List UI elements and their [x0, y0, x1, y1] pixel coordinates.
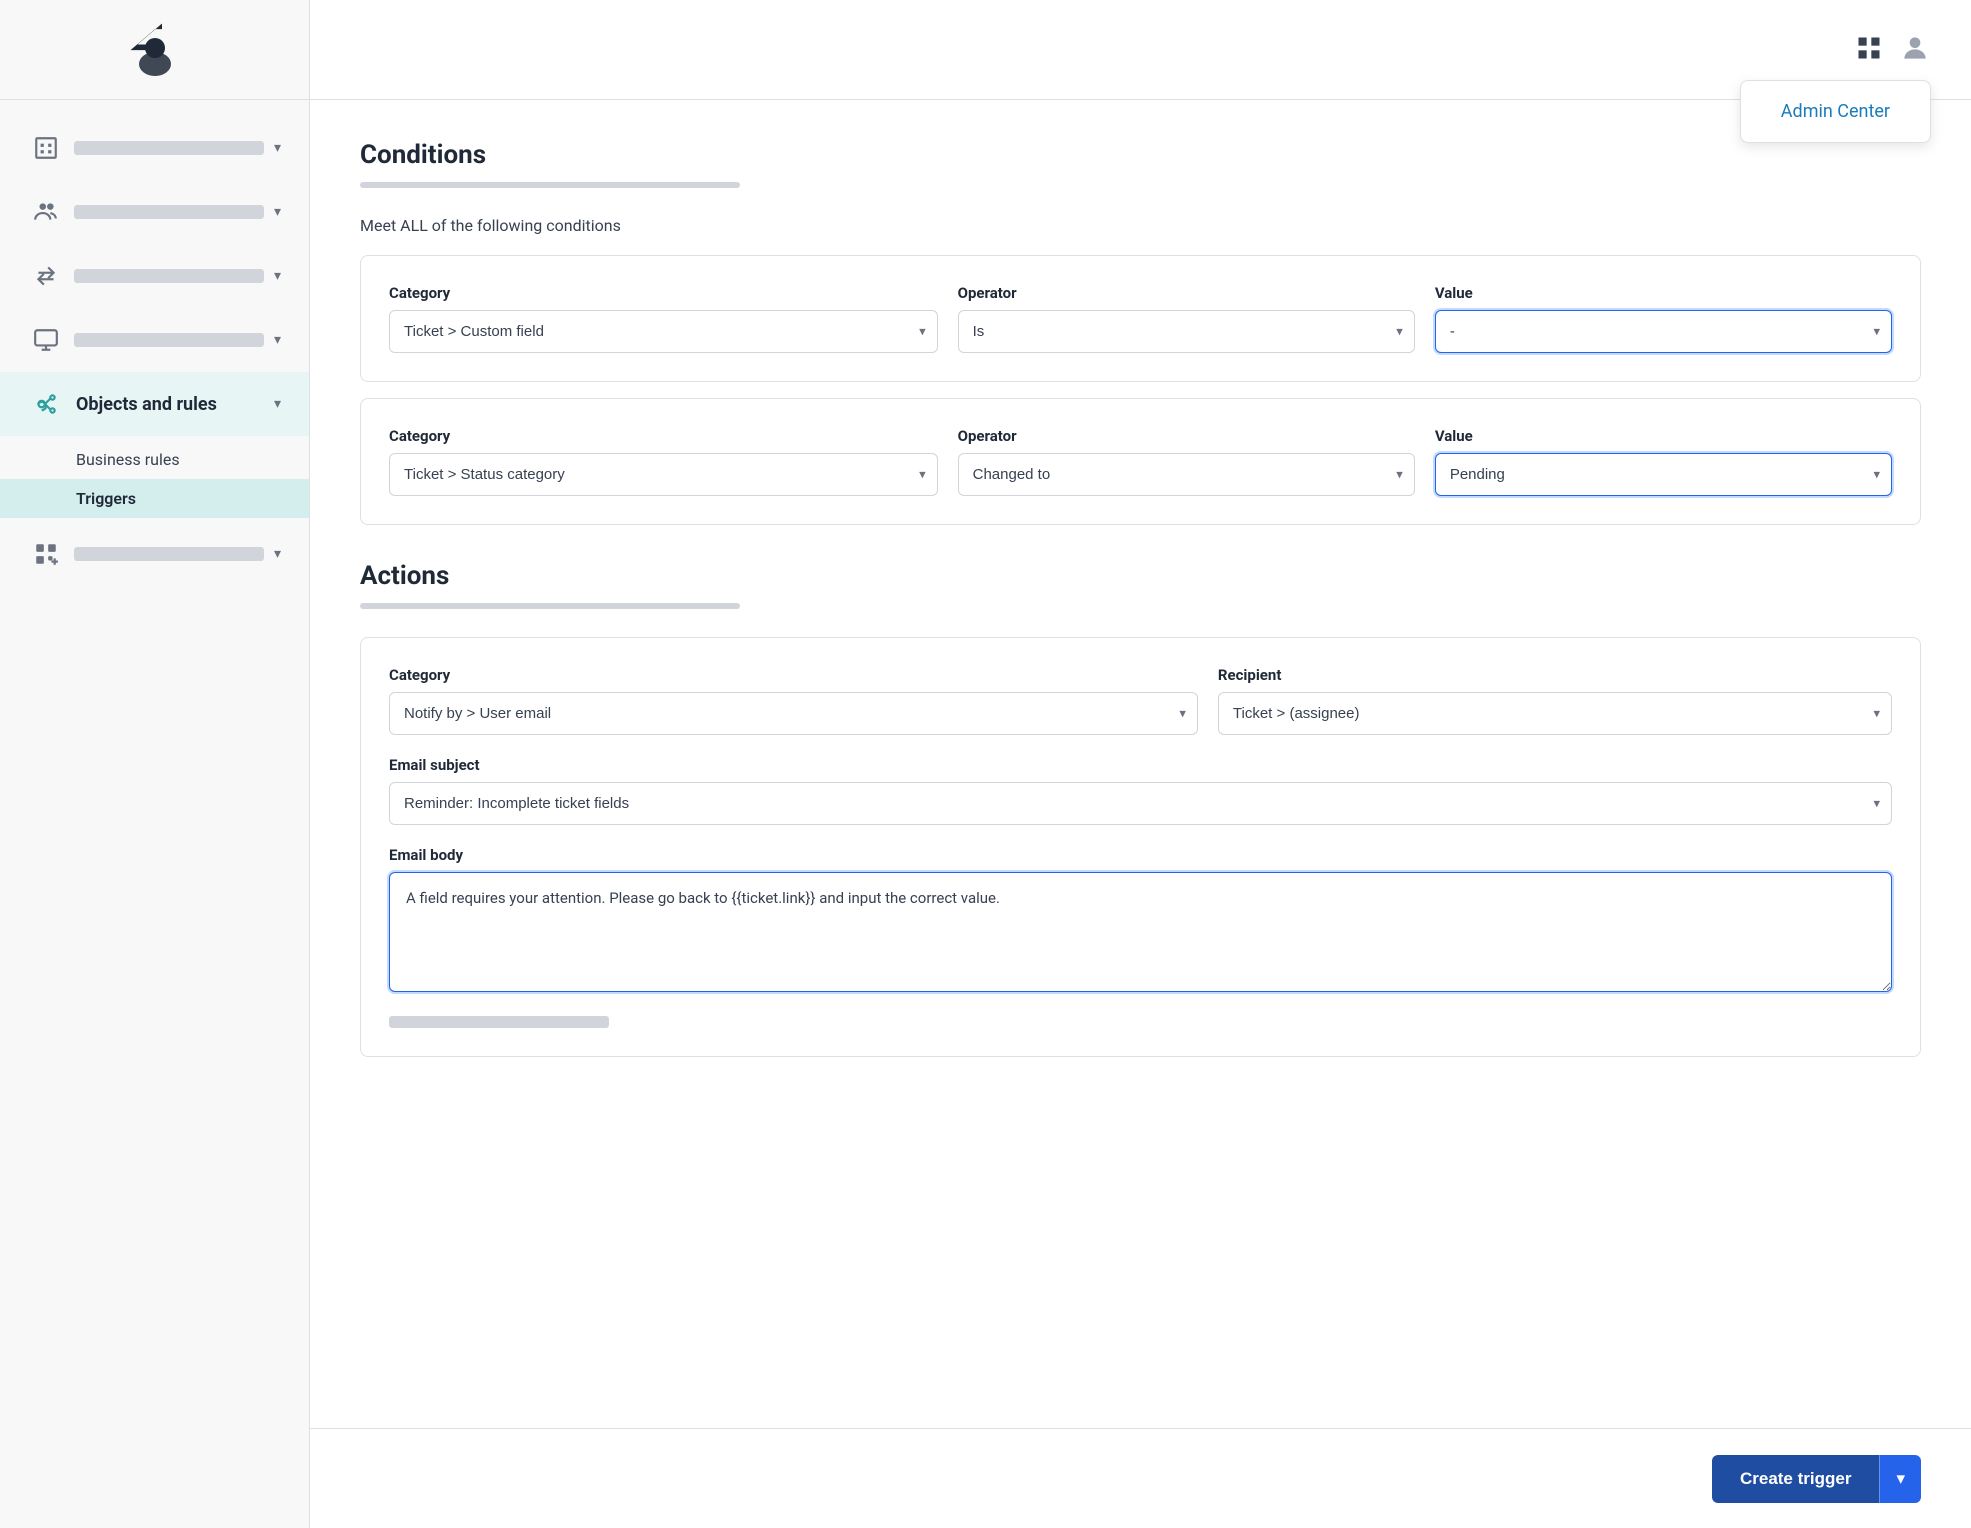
chevron-down-icon-5: ▾ [274, 396, 281, 412]
create-trigger-button[interactable]: Create trigger [1712, 1455, 1879, 1503]
condition-2-category-group: Category Ticket > Status category ▾ [389, 427, 938, 496]
email-subject-wrapper: Reminder: Incomplete ticket fields ▾ [389, 782, 1892, 825]
condition-1-category-wrapper: Ticket > Custom field ▾ [389, 310, 938, 353]
sidebar-item-triggers[interactable]: Triggers [0, 479, 309, 518]
sidebar: ▾ ▾ [0, 0, 310, 1528]
condition-1-value-wrapper: - ▾ [1435, 310, 1892, 353]
chevron-down-icon-footer: ▾ [1896, 1469, 1905, 1488]
condition-2-operator-select[interactable]: Changed to [958, 453, 1415, 496]
condition-1-value-group: Value - ▾ [1435, 284, 1892, 353]
condition-2-value-select[interactable]: Pending [1435, 453, 1892, 496]
email-body-textarea[interactable]: A field requires your attention. Please … [389, 872, 1892, 992]
chevron-down-icon-3: ▾ [274, 268, 281, 284]
sidebar-item-buildings[interactable]: ▾ [0, 116, 309, 180]
condition-1-value-label: Value [1435, 284, 1892, 302]
action-recipient-group: Recipient Ticket > (assignee) ▾ [1218, 666, 1892, 735]
condition-2-value-wrapper: Pending ▾ [1435, 453, 1892, 496]
condition-2-operator-label: Operator [958, 427, 1415, 445]
action-category-select[interactable]: Notify by > User email [389, 692, 1198, 735]
header: Admin Center [310, 0, 1971, 100]
main-content: Admin Center Conditions Meet ALL of the … [310, 0, 1971, 1528]
actions-title: Actions [360, 561, 1921, 591]
content-area: Conditions Meet ALL of the following con… [310, 100, 1971, 1428]
action-category-wrapper: Notify by > User email ▾ [389, 692, 1198, 735]
condition-1-row: Category Ticket > Custom field ▾ Operato… [389, 284, 1892, 353]
email-body-row: Email body A field requires your attenti… [389, 845, 1892, 996]
condition-1-operator-label: Operator [958, 284, 1415, 302]
email-subject-select-wrapper: Reminder: Incomplete ticket fields ▾ [389, 782, 1892, 825]
sidebar-item-monitor[interactable]: ▾ [0, 308, 309, 372]
condition-2-value-label: Value [1435, 427, 1892, 445]
condition-2-row: Category Ticket > Status category ▾ Oper… [389, 427, 1892, 496]
nav-label-placeholder-buildings [74, 141, 264, 155]
condition-2-operator-wrapper: Changed to ▾ [958, 453, 1415, 496]
admin-center-dropdown: Admin Center [1740, 80, 1931, 143]
actions-divider [360, 603, 740, 609]
create-trigger-chevron-button[interactable]: ▾ [1879, 1455, 1921, 1503]
zendesk-logo-icon [120, 20, 190, 80]
action-row: Category Notify by > User email ▾ Recipi… [389, 666, 1892, 735]
condition-2-category-label: Category [389, 427, 938, 445]
bottom-placeholder [389, 1016, 609, 1028]
condition-2-operator-group: Operator Changed to ▾ [958, 427, 1415, 496]
chevron-down-icon-2: ▾ [274, 204, 281, 220]
buildings-icon [28, 130, 64, 166]
objects-rules-icon [28, 386, 64, 422]
condition-1-category-label: Category [389, 284, 938, 302]
email-body-label: Email body [389, 846, 463, 864]
condition-2-value-group: Value Pending ▾ [1435, 427, 1892, 496]
condition-1-category-group: Category Ticket > Custom field ▾ [389, 284, 938, 353]
sidebar-nav: ▾ ▾ [0, 100, 309, 1528]
nav-label-placeholder-people [74, 205, 264, 219]
people-icon [28, 194, 64, 230]
email-subject-select[interactable]: Reminder: Incomplete ticket fields [389, 782, 1892, 825]
conditions-title: Conditions [360, 140, 1921, 170]
apps-icon [28, 536, 64, 572]
action-category-label: Category [389, 666, 1198, 684]
condition-1-operator-select[interactable]: Is [958, 310, 1415, 353]
action-recipient-select[interactable]: Ticket > (assignee) [1218, 692, 1892, 735]
action-category-group: Category Notify by > User email ▾ [389, 666, 1198, 735]
user-icon[interactable] [1899, 32, 1931, 68]
condition-card-2: Category Ticket > Status category ▾ Oper… [360, 398, 1921, 525]
sidebar-item-objects-rules[interactable]: Objects and rules ▾ [0, 372, 309, 436]
nav-label-placeholder-routing [74, 269, 264, 283]
condition-1-operator-wrapper: Is ▾ [958, 310, 1415, 353]
email-subject-label: Email subject [389, 756, 480, 774]
footer: Create trigger ▾ [310, 1428, 1971, 1528]
chevron-down-icon-6: ▾ [274, 546, 281, 562]
condition-card-1: Category Ticket > Custom field ▾ Operato… [360, 255, 1921, 382]
sub-nav: Business rules Triggers [0, 436, 309, 522]
condition-1-value-select[interactable]: - [1435, 310, 1892, 353]
nav-label-placeholder-monitor [74, 333, 264, 347]
sidebar-item-people[interactable]: ▾ [0, 180, 309, 244]
email-body-wrapper: A field requires your attention. Please … [389, 872, 1892, 996]
objects-rules-label: Objects and rules [76, 394, 274, 415]
condition-1-category-select[interactable]: Ticket > Custom field [389, 310, 938, 353]
grid-icon[interactable] [1855, 34, 1883, 66]
conditions-section: Conditions Meet ALL of the following con… [360, 140, 1921, 525]
chevron-down-icon-4: ▾ [274, 332, 281, 348]
monitor-icon [28, 322, 64, 358]
condition-1-operator-group: Operator Is ▾ [958, 284, 1415, 353]
action-recipient-wrapper: Ticket > (assignee) ▾ [1218, 692, 1892, 735]
condition-2-category-wrapper: Ticket > Status category ▾ [389, 453, 938, 496]
nav-label-placeholder-apps [74, 547, 264, 561]
action-card: Category Notify by > User email ▾ Recipi… [360, 637, 1921, 1057]
routing-icon [28, 258, 64, 294]
admin-center-link[interactable]: Admin Center [1781, 101, 1890, 122]
sidebar-item-routing[interactable]: ▾ [0, 244, 309, 308]
action-recipient-label: Recipient [1218, 666, 1892, 684]
condition-2-category-select[interactable]: Ticket > Status category [389, 453, 938, 496]
sidebar-item-apps[interactable]: ▾ [0, 522, 309, 586]
conditions-divider [360, 182, 740, 188]
actions-section: Actions Category Notify by > User email … [360, 561, 1921, 1057]
sidebar-item-business-rules[interactable]: Business rules [0, 440, 309, 479]
email-subject-row: Email subject Reminder: Incomplete ticke… [389, 755, 1892, 825]
meet-all-text: Meet ALL of the following conditions [360, 216, 1921, 235]
chevron-down-icon: ▾ [274, 140, 281, 156]
sidebar-logo [0, 0, 309, 100]
